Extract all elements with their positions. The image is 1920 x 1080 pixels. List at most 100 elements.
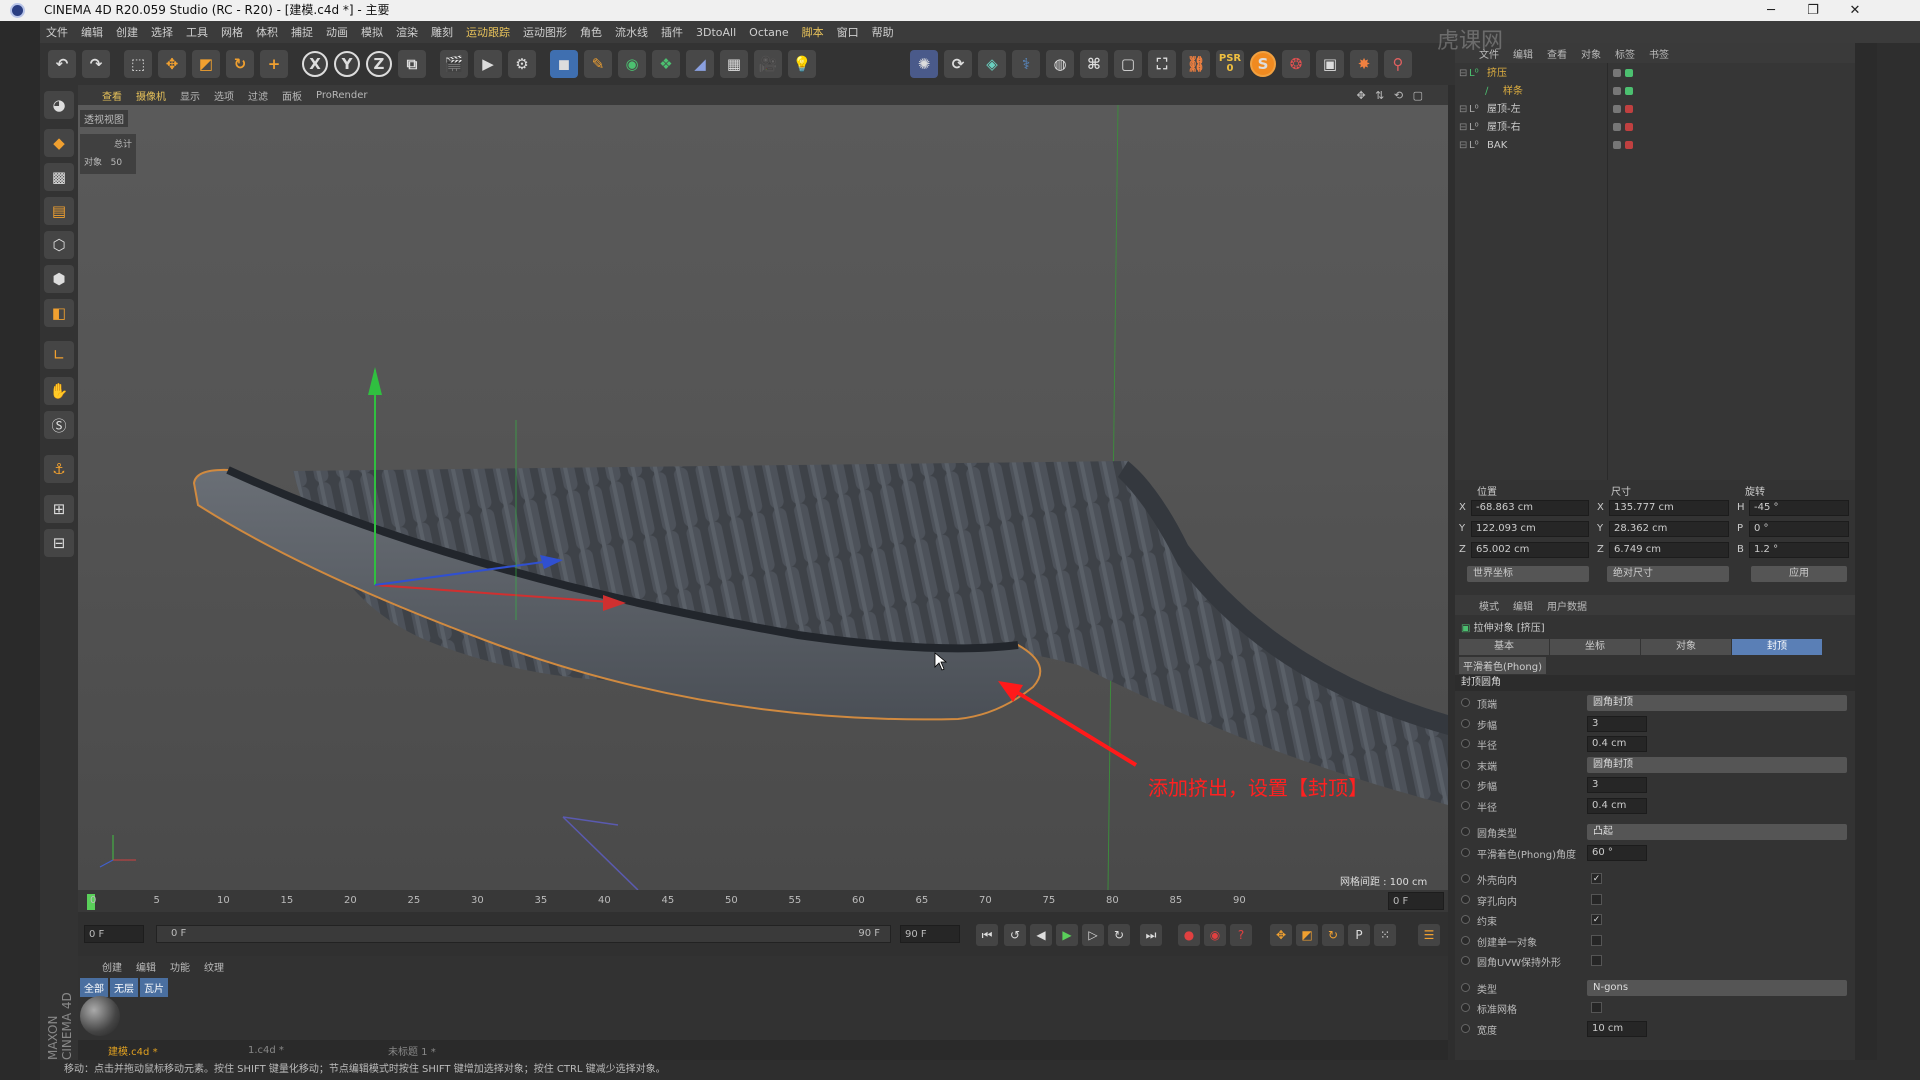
caps-fillets-section[interactable]: 封顶圆角 bbox=[1455, 675, 1855, 691]
menu-item[interactable]: 角色 bbox=[580, 24, 602, 40]
attribute-checkbox[interactable] bbox=[1591, 934, 1602, 946]
points-mode-icon[interactable]: ⬡ bbox=[44, 231, 74, 259]
animate-radio-icon[interactable] bbox=[1461, 894, 1470, 904]
axis-mode-icon[interactable]: ∟ bbox=[44, 341, 74, 369]
object-menu-item[interactable]: 查看 bbox=[1547, 46, 1567, 61]
go-to-end-icon[interactable]: ⏭ bbox=[1140, 924, 1162, 946]
previous-key-icon[interactable]: ↺ bbox=[1004, 924, 1026, 946]
object-row[interactable]: ⊟ L⁰ 屋顶-右 bbox=[1455, 119, 1855, 137]
menu-item[interactable]: 帮助 bbox=[872, 24, 894, 40]
object-row[interactable]: ⊟ L⁰ 屋顶-左 bbox=[1455, 101, 1855, 119]
viewport-menu-item[interactable]: 显示 bbox=[180, 88, 200, 103]
menu-item[interactable]: 流水线 bbox=[615, 24, 648, 40]
close-button[interactable]: ✕ bbox=[1832, 0, 1878, 21]
expand-toggle-icon[interactable]: ⊟ bbox=[1459, 65, 1467, 83]
scale-tool-icon[interactable]: ◩ bbox=[192, 50, 220, 78]
attribute-menu-item[interactable]: 模式 bbox=[1479, 598, 1499, 613]
x-axis-lock-icon[interactable]: X bbox=[302, 51, 328, 77]
animate-radio-icon[interactable] bbox=[1461, 739, 1470, 748]
rotation-field[interactable]: 0 ° bbox=[1749, 521, 1849, 537]
attribute-dropdown[interactable]: 凸起 bbox=[1587, 824, 1847, 840]
viewport-menu-item[interactable]: 面板 bbox=[282, 88, 302, 103]
attribute-checkbox[interactable]: ✓ bbox=[1591, 914, 1602, 925]
psr-tool[interactable]: PSR 0 bbox=[1216, 50, 1244, 78]
viewport-menu-item[interactable]: 选项 bbox=[214, 88, 234, 103]
python-icon[interactable]: ⚕ bbox=[1012, 50, 1040, 78]
workplane-icon[interactable]: ▤ bbox=[44, 197, 74, 225]
phong-tab[interactable]: 平滑着色(Phong) bbox=[1459, 657, 1546, 674]
attribute-tab[interactable]: 封顶 bbox=[1732, 639, 1822, 655]
coordinate-system-icon[interactable]: ⧉ bbox=[398, 50, 426, 78]
start-frame-field[interactable]: 0 F bbox=[84, 925, 144, 943]
object-row[interactable]: ⊟ L⁰ BAK bbox=[1455, 137, 1855, 155]
attribute-dropdown[interactable]: 圆角封顶 bbox=[1587, 756, 1847, 773]
plugin-search-icon[interactable]: ⚲ bbox=[1384, 50, 1412, 78]
key-rotation-icon[interactable]: ↻ bbox=[1322, 924, 1344, 946]
document-tab[interactable]: 1.c4d * bbox=[218, 1045, 358, 1056]
material-layer-tab[interactable]: 全部 bbox=[80, 978, 108, 997]
attribute-menu-item[interactable]: 编辑 bbox=[1513, 598, 1533, 613]
object-visibility-flags[interactable] bbox=[1613, 69, 1637, 77]
menu-item[interactable]: 编辑 bbox=[81, 24, 103, 40]
snap-icon[interactable]: Ⓢ bbox=[44, 411, 74, 439]
select-tool-icon[interactable]: ⬚ bbox=[124, 50, 152, 78]
material-layer-tab[interactable]: 无层 bbox=[110, 978, 138, 997]
attribute-tab[interactable]: 对象 bbox=[1641, 639, 1731, 655]
record-key-icon[interactable]: ● bbox=[1178, 924, 1200, 946]
material-menu-item[interactable]: 创建 bbox=[102, 959, 122, 974]
key-position-icon[interactable]: ✥ bbox=[1270, 924, 1292, 946]
animate-radio-icon[interactable] bbox=[1461, 935, 1470, 945]
polygons-mode-icon[interactable]: ◧ bbox=[44, 299, 74, 327]
menu-item[interactable]: 运动图形 bbox=[523, 24, 567, 40]
magnet-icon[interactable]: ⚓ bbox=[44, 455, 74, 483]
plugin-spiral-icon[interactable]: ✺ bbox=[910, 50, 938, 78]
subdivision-generator-icon[interactable]: ◉ bbox=[618, 50, 646, 78]
rotation-field[interactable]: 1.2 ° bbox=[1749, 542, 1849, 558]
current-frame-field[interactable]: 0 F bbox=[1388, 892, 1444, 910]
object-visibility-flags[interactable] bbox=[1613, 123, 1637, 131]
menu-item[interactable]: 动画 bbox=[326, 24, 348, 40]
undo-icon[interactable]: ↶ bbox=[48, 50, 76, 78]
expand-toggle-icon[interactable]: ⊟ bbox=[1459, 101, 1467, 119]
menu-item[interactable]: 体积 bbox=[256, 24, 278, 40]
coordinate-mode-dropdown[interactable]: 世界坐标 bbox=[1467, 566, 1589, 582]
auto-key-icon[interactable]: ◉ bbox=[1204, 924, 1226, 946]
attribute-value-field[interactable]: 3 bbox=[1587, 715, 1647, 732]
render-picture-viewer-icon[interactable]: ▶ bbox=[474, 50, 502, 78]
expand-toggle-icon[interactable]: ⊟ bbox=[1459, 119, 1467, 137]
light-icon[interactable]: 💡 bbox=[788, 50, 816, 78]
attribute-value-field[interactable]: 0.4 cm bbox=[1587, 736, 1647, 752]
material-menu-item[interactable]: 编辑 bbox=[136, 959, 156, 974]
material-layer-tab[interactable]: 瓦片 bbox=[140, 978, 168, 997]
animate-radio-icon[interactable] bbox=[1461, 718, 1470, 728]
menu-item[interactable]: 3DtoAll bbox=[696, 26, 736, 39]
tweak-mode-icon[interactable]: ✋ bbox=[44, 377, 74, 405]
animate-radio-icon[interactable] bbox=[1461, 847, 1470, 857]
animate-radio-icon[interactable] bbox=[1461, 827, 1470, 836]
animate-radio-icon[interactable] bbox=[1461, 800, 1470, 810]
menu-item[interactable]: 运动跟踪 bbox=[466, 24, 510, 40]
menu-item[interactable]: 模拟 bbox=[361, 24, 383, 40]
plugin-colors-icon[interactable]: ❂ bbox=[1282, 50, 1310, 78]
pen-spline-icon[interactable]: ✎ bbox=[584, 50, 612, 78]
object-menu-item[interactable]: 对象 bbox=[1581, 46, 1601, 61]
menu-item[interactable]: 渲染 bbox=[396, 24, 418, 40]
end-frame-field[interactable]: 90 F bbox=[900, 925, 960, 943]
plugin-dynamics-icon[interactable]: ⟳ bbox=[944, 50, 972, 78]
next-frame-icon[interactable]: ▷ bbox=[1082, 924, 1104, 946]
y-axis-lock-icon[interactable]: Y bbox=[334, 51, 360, 77]
attribute-checkbox[interactable] bbox=[1591, 1002, 1602, 1013]
viewport-menu-item[interactable]: 摄像机 bbox=[136, 88, 166, 103]
animate-radio-icon[interactable] bbox=[1461, 780, 1470, 789]
loop-icon[interactable]: ↻ bbox=[1108, 924, 1130, 946]
model-mode-icon[interactable]: ◆ bbox=[44, 129, 74, 157]
plugin-sphere-icon[interactable]: ◍ bbox=[1046, 50, 1074, 78]
attribute-menu-item[interactable]: 用户数据 bbox=[1547, 598, 1587, 613]
attribute-checkbox[interactable] bbox=[1591, 955, 1602, 966]
cube-primitive-icon[interactable]: ◼ bbox=[550, 50, 578, 78]
camera-icon[interactable]: 🎥 bbox=[754, 50, 782, 78]
object-visibility-flags[interactable] bbox=[1613, 87, 1637, 95]
attribute-dropdown[interactable]: 圆角封顶 bbox=[1587, 695, 1847, 711]
apply-button[interactable]: 应用 bbox=[1751, 566, 1847, 582]
attribute-checkbox[interactable] bbox=[1591, 893, 1602, 905]
